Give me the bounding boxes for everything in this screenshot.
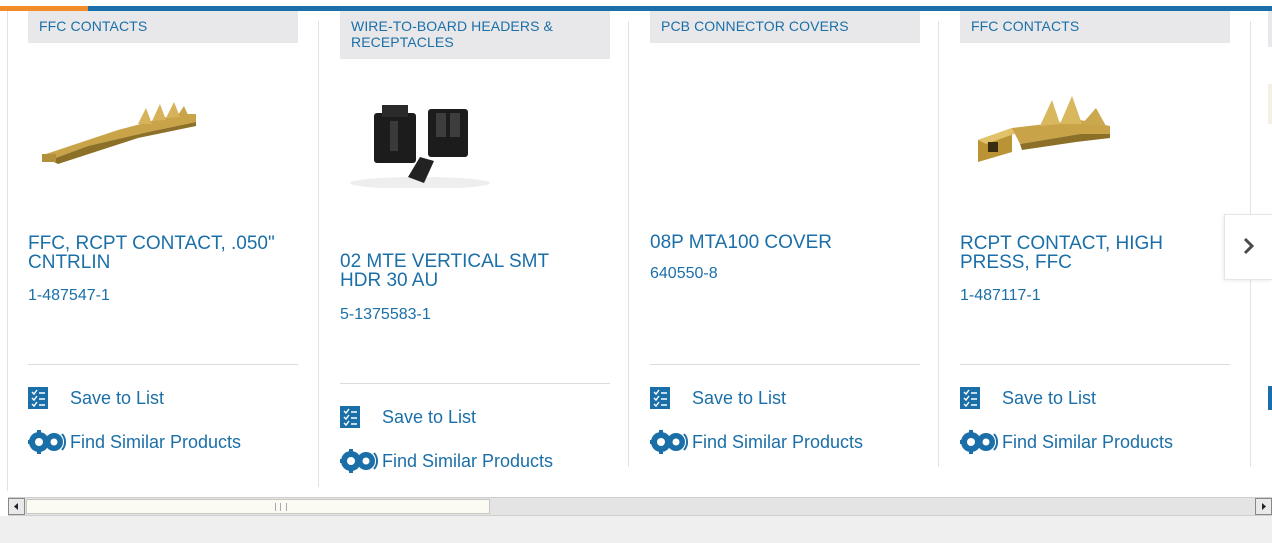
product-card: WIRE-TO-BOARD HEADERS & RECEPTACLES 02 M… <box>340 11 610 487</box>
horizontal-scrollbar[interactable] <box>8 497 1272 516</box>
footer-strip <box>0 516 1272 543</box>
find-similar-products-button[interactable]: Find Similar Products <box>960 430 1173 454</box>
card-separator <box>938 21 939 467</box>
category-label[interactable]: PCB CONNECTOR COVERS <box>650 11 920 43</box>
save-to-list-label: Save to List <box>692 387 787 408</box>
card-separator <box>628 21 629 467</box>
carousel-next-button[interactable] <box>1224 214 1272 280</box>
save-to-list-button[interactable]: Save to List <box>28 386 164 410</box>
product-title-link[interactable]: FFC, RCPT CONTACT, .050" CNTRLIN <box>28 234 288 272</box>
gears-icon <box>960 430 1000 454</box>
product-image[interactable] <box>28 84 198 181</box>
card-divider <box>28 364 298 365</box>
card-divider <box>340 383 610 384</box>
scroll-left-button[interactable] <box>8 498 25 515</box>
carousel-left-border <box>7 11 8 491</box>
card-separator <box>318 21 319 487</box>
product-card: PCB CONNECTOR COVERS 08P MTA100 COVER 64… <box>650 11 920 487</box>
card-divider <box>650 364 920 365</box>
gears-icon <box>28 430 68 454</box>
product-title-link[interactable]: 02 MTE VERTICAL SMT HDR 30 AU <box>340 252 580 290</box>
save-to-list-button[interactable]: Save to List <box>650 386 786 410</box>
checklist-icon <box>340 406 360 428</box>
save-to-list-label: Save to List <box>1002 387 1097 408</box>
find-similar-products-label: Find Similar Products <box>1002 431 1174 452</box>
product-image[interactable] <box>340 91 510 188</box>
product-title-link[interactable]: 08P MTA100 COVER <box>650 233 910 252</box>
find-similar-products-button[interactable]: Find Similar Products <box>650 430 863 454</box>
part-number[interactable]: 1-487117-1 <box>960 287 1041 305</box>
checklist-icon <box>28 387 48 409</box>
save-to-list-label: Save to List <box>382 406 477 427</box>
find-similar-products-button[interactable]: Find Similar Products <box>340 449 553 473</box>
part-number[interactable]: 5-1375583-1 <box>340 306 431 324</box>
find-similar-products-label: Find Similar Products <box>382 450 554 471</box>
part-number[interactable]: 640550-8 <box>650 265 718 283</box>
checklist-icon <box>650 387 670 409</box>
scroll-right-button[interactable] <box>1255 498 1272 515</box>
part-number[interactable]: 1-487547-1 <box>28 287 110 305</box>
find-similar-products-label: Find Similar Products <box>692 431 864 452</box>
save-to-list-label: Save to List <box>70 387 165 408</box>
save-to-list-button[interactable]: Save to List <box>960 386 1096 410</box>
find-similar-products-label: Find Similar Products <box>70 431 242 452</box>
product-card: FFC CONTACTS RCPT CONTACT, HIGH PRESS, F… <box>960 11 1230 487</box>
product-image[interactable] <box>960 84 1130 181</box>
checklist-icon <box>960 387 980 409</box>
save-to-list-button[interactable]: Save to List <box>340 405 476 429</box>
scrollbar-grip <box>275 503 287 511</box>
category-label[interactable]: FFC CONTACTS <box>960 11 1230 43</box>
card-divider <box>960 364 1230 365</box>
scrollbar-thumb[interactable] <box>26 499 490 514</box>
chevron-right-icon <box>1242 231 1256 263</box>
gears-icon <box>340 449 380 473</box>
category-label[interactable]: FFC CONTACTS <box>28 11 298 43</box>
find-similar-products-button[interactable]: Find Similar Products <box>28 430 241 454</box>
gears-icon <box>650 430 690 454</box>
category-label[interactable]: WIRE-TO-BOARD HEADERS & RECEPTACLES <box>340 11 610 59</box>
product-title-link[interactable]: RCPT CONTACT, HIGH PRESS, FFC <box>960 234 1200 272</box>
product-card: FFC CONTACTS FFC, RCPT CONTACT, .050" CN… <box>28 11 298 487</box>
